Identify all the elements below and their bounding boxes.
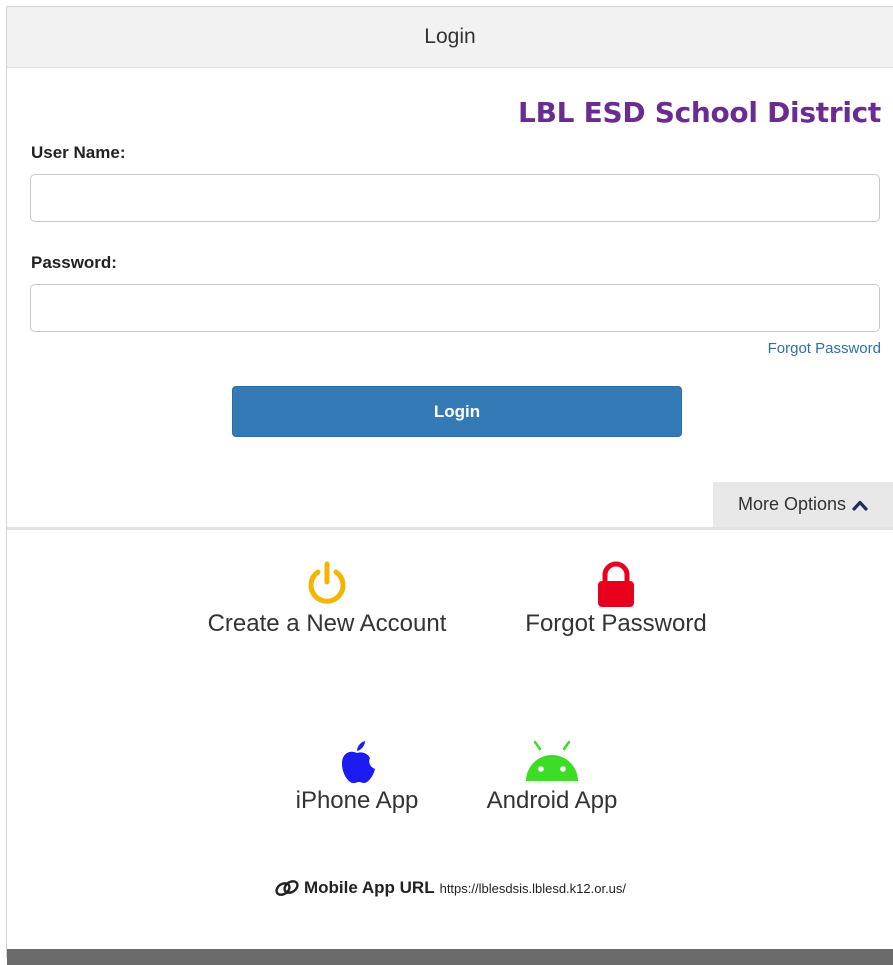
forgot-password-label: Forgot Password [525,610,707,637]
district-name: LBL ESD School District [518,96,881,129]
chevron-up-icon [852,499,868,511]
panel-header: Login [7,7,893,68]
android-app-option[interactable]: Android App [467,739,637,815]
password-input[interactable] [30,284,880,332]
panel-title: Login [424,25,476,48]
create-account-option[interactable]: Create a New Account [187,560,467,638]
android-icon [524,739,580,785]
create-account-label: Create a New Account [207,610,447,637]
username-label: User Name: [31,143,126,162]
password-label: Password: [31,253,117,272]
username-input[interactable] [30,174,880,222]
iphone-app-label: iPhone App [295,787,419,814]
login-button[interactable]: Login [232,386,682,437]
android-app-label: Android App [486,787,618,814]
link-icon [274,879,300,897]
mobile-app-url: Mobile App URL https://lblesdsis.lblesd.… [7,878,893,898]
lock-icon [593,560,639,608]
power-icon [304,560,350,608]
section-divider [7,527,893,530]
mobile-app-url-label: Mobile App URL [303,878,435,897]
more-options-label: More Options [737,494,847,514]
forgot-password-option[interactable]: Forgot Password [485,560,747,638]
more-options-toggle[interactable]: More Options [713,482,893,527]
footer-bar [7,949,893,965]
forgot-password-link[interactable]: Forgot Password [768,340,881,357]
apple-icon [337,739,377,785]
iphone-app-option[interactable]: iPhone App [277,739,437,815]
mobile-app-url-value[interactable]: https://lblesdsis.lblesd.k12.or.us/ [440,881,626,896]
login-panel: Login LBL ESD School District User Name:… [6,6,893,965]
